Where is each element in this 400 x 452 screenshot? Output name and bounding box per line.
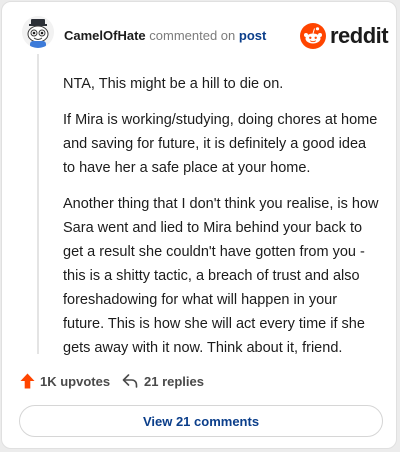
- reddit-logo-icon: [300, 23, 326, 49]
- commented-on-text: commented on: [149, 28, 236, 43]
- comment-paragraph: Another thing that I don't think you rea…: [63, 196, 379, 356]
- view-comments-button[interactable]: View 21 comments: [19, 405, 383, 437]
- upvote-arrow-icon: [20, 373, 35, 389]
- reply-icon: [122, 374, 138, 388]
- username-link[interactable]: CamelOfHate: [64, 28, 146, 43]
- reddit-wordmark: reddit: [330, 23, 389, 48]
- comment-meta: CamelOfHate commented on post: [64, 28, 266, 44]
- comment-paragraph: NTA, This might be a hill to die on.: [63, 76, 284, 92]
- replies-button[interactable]: 21 replies: [122, 370, 204, 392]
- reddit-brand[interactable]: reddit: [300, 22, 389, 50]
- thread-line: [37, 54, 39, 354]
- comment-paragraph: If Mira is working/studying, doing chore…: [63, 112, 378, 176]
- snoo-avatar-icon[interactable]: [22, 16, 54, 48]
- replies-count: 21 replies: [144, 373, 204, 389]
- upvote-button[interactable]: 1K upvotes: [20, 370, 110, 392]
- comment-footer: 1K upvotes 21 replies: [20, 370, 380, 392]
- comment-header: CamelOfHate commented on post reddit: [22, 16, 389, 56]
- comment-body: NTA, This might be a hill to die on. If …: [63, 72, 381, 372]
- post-link[interactable]: post: [239, 28, 266, 43]
- comment-card: CamelOfHate commented on post reddit NTA…: [1, 1, 397, 449]
- upvote-count: 1K upvotes: [40, 373, 111, 389]
